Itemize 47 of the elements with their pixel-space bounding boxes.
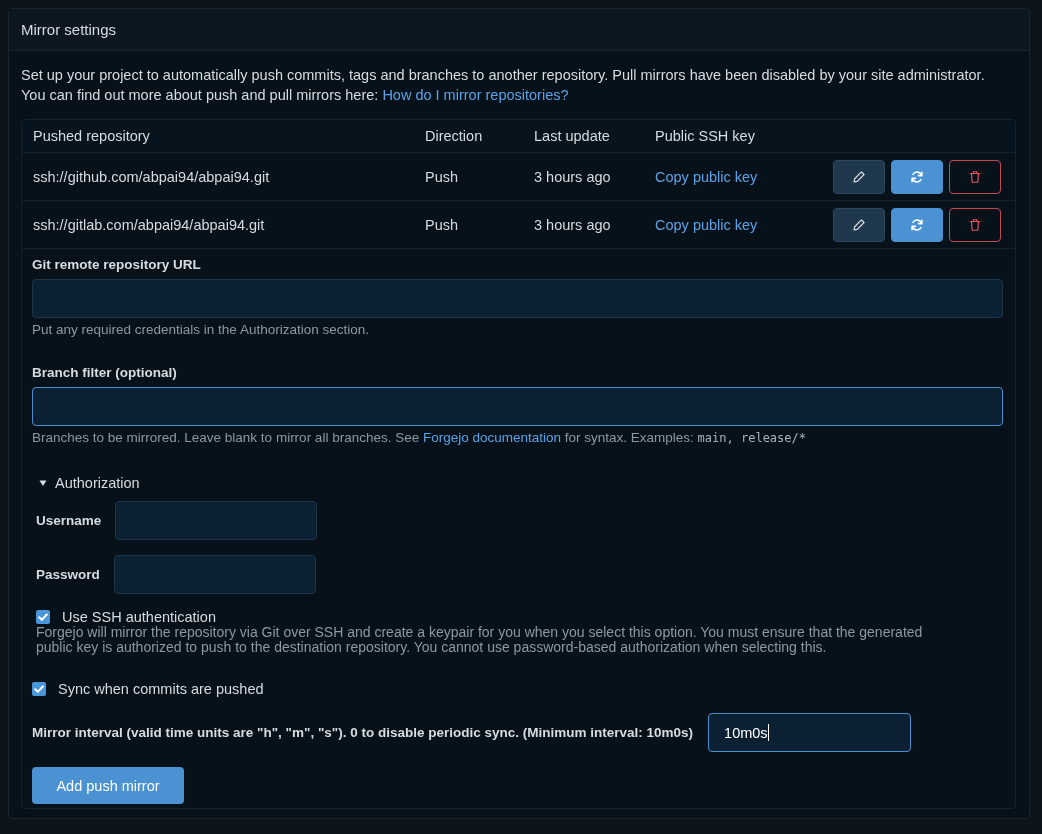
sync-button[interactable] (891, 207, 943, 242)
checkbox-label: Use SSH authentication (62, 609, 216, 625)
panel-title: Mirror settings (9, 9, 1029, 51)
table-cell-text: ssh://gitlab.com/abpai94/abpai94.git (32, 216, 266, 233)
copy-key-link[interactable]: Copy public key (655, 168, 758, 185)
documentation-link[interactable]: Forgejo documentation (422, 430, 562, 445)
username-input[interactable] (115, 501, 318, 540)
table-cell-text: 3 hours ago (533, 168, 612, 185)
hint-text: Branches to be mirrored. Leave blank to mirror all branches. See Forgejo documentation for syntax. Examples: main, release/* (32, 429, 807, 447)
table-cell-text: 3 hours ago (533, 216, 612, 233)
password-input[interactable] (113, 555, 316, 594)
trash-icon (968, 217, 982, 232)
checkbox[interactable] (32, 682, 46, 696)
checkbox[interactable] (36, 610, 50, 624)
text-cursor-icon (767, 724, 769, 741)
delete-button[interactable] (949, 207, 1001, 242)
edit-button[interactable] (833, 159, 885, 194)
field-label: Git remote repository URL (32, 257, 202, 273)
help-link[interactable]: How do I mirror repositories? (382, 87, 569, 103)
table-cell-text: ssh://github.com/abpai94/abpai94.git (32, 168, 271, 185)
field-label: Username (36, 512, 102, 529)
column-header: Public SSH key (654, 128, 756, 144)
copy-key-link[interactable]: Copy public key (655, 216, 758, 233)
url-input[interactable] (32, 279, 1003, 318)
sync-button[interactable] (891, 159, 943, 194)
table-cell-text: Push (424, 216, 460, 233)
field-label: Branch filter (optional) (32, 365, 178, 381)
edit-button[interactable] (833, 207, 885, 242)
table-cell-text: Push (424, 168, 460, 185)
branch-filter-input[interactable] (32, 387, 1003, 426)
description-text: Set up your project to automatically push commits, tags and branches to another repository. Pull mirrors have been disabled by your site administrator. You can find out more about push and pull mirrors here: How do I mirror repositories? (21, 66, 986, 105)
checkbox-label: Sync when commits are pushed (58, 681, 264, 697)
column-header: Direction (424, 128, 484, 144)
authorization-toggle[interactable]: Authorization (36, 473, 140, 493)
help-text: Forgejo will mirror the repository via Git over SSH and create a keypair for you when you select this option. You must ensure that the generated public key is authorized to push to the destination repository. You cannot use password-based authorization when selecting this. (36, 625, 924, 655)
interval-input[interactable]: 10m0s (708, 713, 912, 752)
delete-button[interactable] (949, 159, 1001, 194)
refresh-icon (910, 169, 924, 184)
refresh-icon (910, 217, 924, 232)
field-label: Password (36, 566, 100, 583)
hint-text: Put any required credentials in the Authorization section. (32, 321, 370, 338)
pencil-icon (852, 217, 866, 232)
pencil-icon (852, 169, 866, 184)
field-label: Mirror interval (valid time units are "h", "m", "s"). 0 to disable periodic sync. (Minimum interval: 10m0s) (32, 724, 694, 741)
column-header: Last update (533, 128, 611, 144)
column-header: Pushed repository (32, 128, 151, 144)
trash-icon (968, 169, 982, 184)
